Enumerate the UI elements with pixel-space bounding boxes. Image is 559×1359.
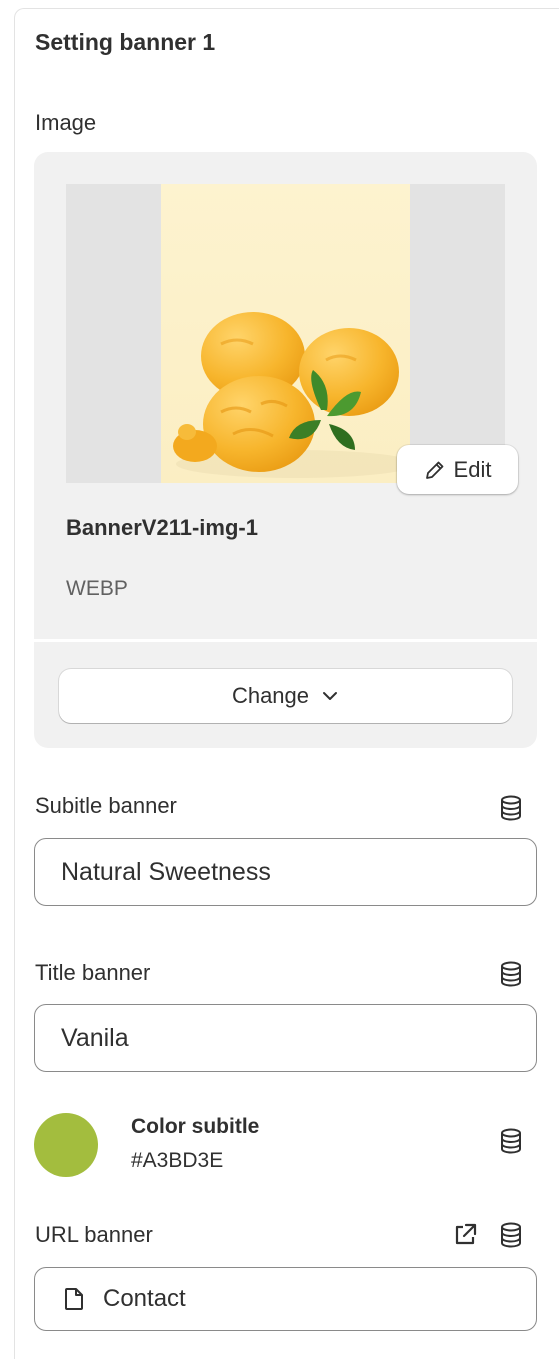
url-banner-input[interactable]: Contact bbox=[34, 1267, 537, 1331]
image-preview-area: Edit bbox=[66, 184, 518, 494]
image-file-name: BannerV211-img-1 bbox=[66, 515, 258, 540]
subtitle-banner-label: Subitle banner bbox=[35, 793, 177, 818]
url-banner-label: URL banner bbox=[35, 1222, 153, 1247]
database-icon[interactable] bbox=[499, 961, 523, 987]
card-divider bbox=[34, 639, 537, 642]
external-link-icon[interactable] bbox=[452, 1222, 478, 1253]
title-banner-input[interactable]: Vanila bbox=[34, 1004, 537, 1072]
banner-image-thumbnail[interactable] bbox=[161, 184, 410, 483]
page-icon bbox=[63, 1287, 85, 1311]
color-subtitle-label: Color subitle bbox=[131, 1115, 260, 1138]
ice-cream-illustration bbox=[161, 184, 410, 483]
chevron-down-icon bbox=[321, 690, 339, 702]
database-icon[interactable] bbox=[499, 1222, 523, 1248]
change-image-button[interactable]: Change bbox=[59, 669, 512, 723]
image-picker-card: Edit BannerV211-img-1 WEBP Change bbox=[34, 152, 537, 748]
url-banner-value: Contact bbox=[103, 1285, 186, 1312]
database-icon[interactable] bbox=[499, 1128, 523, 1154]
subtitle-banner-value: Natural Sweetness bbox=[61, 857, 271, 886]
settings-panel: Setting banner 1 Image Edit BannerV211-i… bbox=[14, 8, 559, 1359]
title-banner-label: Title banner bbox=[35, 960, 151, 985]
image-label: Image bbox=[35, 110, 97, 135]
change-button-label: Change bbox=[231, 683, 310, 708]
subtitle-banner-input[interactable]: Natural Sweetness bbox=[34, 838, 537, 906]
pencil-icon bbox=[424, 459, 446, 481]
section-title: Setting banner 1 bbox=[35, 29, 216, 55]
color-subtitle-hex: #A3BD3E bbox=[131, 1149, 224, 1172]
edit-image-button[interactable]: Edit bbox=[397, 445, 518, 494]
color-swatch[interactable] bbox=[34, 1113, 98, 1177]
edit-button-label: Edit bbox=[453, 456, 492, 482]
image-file-type: WEBP bbox=[66, 577, 128, 600]
database-icon[interactable] bbox=[499, 795, 523, 821]
title-banner-value: Vanila bbox=[61, 1023, 129, 1052]
